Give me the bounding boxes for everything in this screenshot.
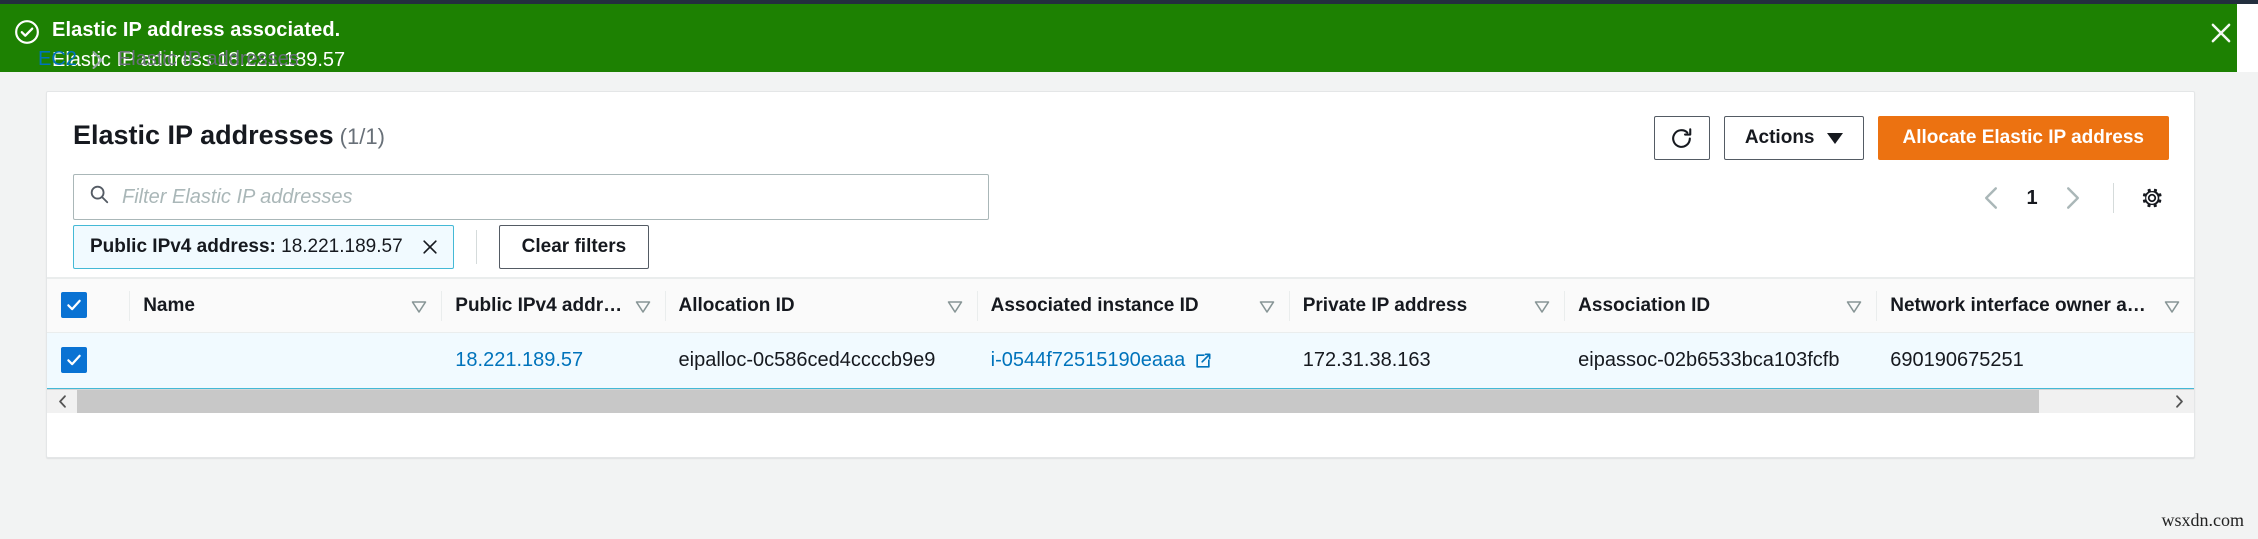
flash-title: Elastic IP address associated. bbox=[52, 19, 341, 41]
cell-network-interface-owner-account: 690190675251 bbox=[1876, 332, 2194, 389]
page-title-text: Elastic IP addresses bbox=[73, 120, 334, 150]
associated-instance-link[interactable]: i-0544f72515190eaaa bbox=[991, 349, 1186, 372]
pagination: 1 bbox=[1971, 178, 2170, 218]
scroll-right-icon[interactable] bbox=[2164, 390, 2194, 413]
panel-header-actions: Actions Allocate Elastic IP address bbox=[1653, 116, 2169, 160]
sort-icon[interactable] bbox=[1534, 300, 1550, 313]
breadcrumb-item-current: Elastic IP addresses bbox=[117, 48, 299, 70]
filter-divider bbox=[475, 230, 477, 264]
page-title: Elastic IP addresses (1/1) bbox=[73, 120, 385, 151]
panel-header: Elastic IP addresses (1/1) Actions Alloca… bbox=[47, 92, 2194, 172]
cell-name bbox=[129, 332, 442, 389]
breadcrumb-item-ec2[interactable]: EC2 bbox=[38, 48, 77, 71]
column-header-public-ipv4-address[interactable]: Public IPv4 address bbox=[441, 278, 665, 333]
column-separator bbox=[664, 291, 666, 321]
column-separator bbox=[129, 291, 131, 321]
actions-dropdown-button[interactable]: Actions bbox=[1723, 116, 1864, 160]
row-select-cell bbox=[47, 332, 130, 389]
actions-label: Actions bbox=[1744, 127, 1815, 148]
cell-association-id: eipassoc-02b6533bca103fcfb bbox=[1564, 332, 1877, 389]
scroll-left-icon[interactable] bbox=[47, 390, 77, 413]
refresh-button[interactable] bbox=[1653, 116, 1710, 160]
column-label: Association ID bbox=[1578, 294, 1711, 316]
filter-token-value: 18.221.189.57 bbox=[281, 236, 403, 257]
column-header-name[interactable]: Name bbox=[129, 278, 442, 333]
table-row[interactable]: 18.221.189.57 eipalloc-0c586ced4ccccb9e9… bbox=[47, 332, 2194, 389]
table-scroll-container: Name Public IPv4 address Allocation ID A… bbox=[47, 277, 2194, 389]
sort-icon[interactable] bbox=[947, 300, 963, 313]
search-input[interactable] bbox=[122, 185, 974, 209]
scrollbar-thumb[interactable] bbox=[77, 390, 2039, 413]
row-checkbox[interactable] bbox=[61, 346, 87, 373]
sort-icon[interactable] bbox=[2164, 300, 2180, 313]
column-label: Name bbox=[143, 294, 195, 316]
cell-allocation-id: eipalloc-0c586ced4ccccb9e9 bbox=[664, 332, 977, 389]
pagination-prev-icon[interactable] bbox=[1971, 178, 2011, 218]
elastic-ip-table: Name Public IPv4 address Allocation ID A… bbox=[47, 278, 2194, 389]
scrollbar-track[interactable] bbox=[77, 390, 2164, 413]
chevron-right-icon bbox=[91, 50, 104, 70]
sort-icon[interactable] bbox=[1846, 300, 1862, 313]
filter-token-key: Public IPv4 address: bbox=[90, 236, 276, 257]
refresh-icon bbox=[1669, 126, 1694, 151]
allocate-elastic-ip-button[interactable]: Allocate Elastic IP address bbox=[1877, 116, 2169, 160]
clear-filters-button[interactable]: Clear filters bbox=[498, 225, 650, 269]
external-link-icon[interactable] bbox=[1193, 351, 1213, 371]
column-label: Associated instance ID bbox=[990, 294, 1199, 316]
column-header-network-interface-owner-account[interactable]: Network interface owner accou... bbox=[1876, 278, 2194, 333]
select-all-header bbox=[47, 278, 130, 333]
horizontal-scrollbar[interactable] bbox=[47, 389, 2194, 413]
column-label: Private IP address bbox=[1302, 294, 1468, 316]
filter-token-public-ipv4[interactable]: Public IPv4 address: 18.221.189.57 bbox=[73, 225, 454, 269]
column-separator bbox=[1876, 291, 1878, 321]
column-separator bbox=[976, 291, 978, 321]
breadcrumb: EC2 Elastic IP addresses bbox=[38, 48, 299, 71]
table-header-row: Name Public IPv4 address Allocation ID A… bbox=[47, 278, 2194, 333]
cell-associated-instance-id: i-0544f72515190eaaa bbox=[976, 332, 1289, 389]
column-header-association-id[interactable]: Association ID bbox=[1564, 278, 1877, 333]
filter-zone: Public IPv4 address: 18.221.189.57 Clear… bbox=[47, 172, 2194, 277]
pagination-next-icon[interactable] bbox=[2053, 178, 2093, 218]
elastic-ip-panel: Elastic IP addresses (1/1) Actions Alloca… bbox=[46, 91, 2195, 458]
check-circle-icon bbox=[14, 19, 40, 45]
sort-icon[interactable] bbox=[1259, 300, 1275, 313]
search-field[interactable] bbox=[73, 174, 989, 220]
filter-token-row: Public IPv4 address: 18.221.189.57 Clear… bbox=[73, 225, 650, 269]
column-label: Allocation ID bbox=[678, 294, 795, 316]
gear-icon[interactable] bbox=[2134, 180, 2170, 216]
banner-right-gutter bbox=[2237, 4, 2258, 72]
search-icon bbox=[88, 183, 110, 211]
pagination-page-1[interactable]: 1 bbox=[2015, 187, 2049, 210]
flash-close-icon[interactable] bbox=[2206, 18, 2236, 48]
column-header-associated-instance-id[interactable]: Associated instance ID bbox=[976, 278, 1289, 333]
chevron-down-icon bbox=[1826, 132, 1843, 144]
public-ipv4-link[interactable]: 18.221.189.57 bbox=[455, 349, 583, 371]
select-all-checkbox[interactable] bbox=[61, 291, 87, 318]
cell-public-ipv4-address: 18.221.189.57 bbox=[441, 332, 665, 389]
cell-private-ip-address: 172.31.38.163 bbox=[1288, 332, 1565, 389]
success-flash-banner: Elastic IP address associated. Elastic I… bbox=[0, 4, 2237, 72]
sort-icon[interactable] bbox=[411, 300, 427, 313]
column-header-private-ip-address[interactable]: Private IP address bbox=[1288, 278, 1565, 333]
column-separator bbox=[1564, 291, 1566, 321]
column-separator bbox=[441, 291, 443, 321]
column-label: Network interface owner accou... bbox=[1890, 294, 2156, 316]
pagination-divider bbox=[2113, 183, 2114, 213]
column-label: Public IPv4 address bbox=[455, 294, 627, 316]
filter-token-remove-icon[interactable] bbox=[419, 236, 441, 258]
column-header-allocation-id[interactable]: Allocation ID bbox=[664, 278, 977, 333]
sort-icon[interactable] bbox=[635, 300, 651, 313]
watermark: wsxdn.com bbox=[2161, 510, 2245, 530]
column-separator bbox=[1288, 291, 1290, 321]
page-title-count: (1/1) bbox=[339, 124, 385, 149]
